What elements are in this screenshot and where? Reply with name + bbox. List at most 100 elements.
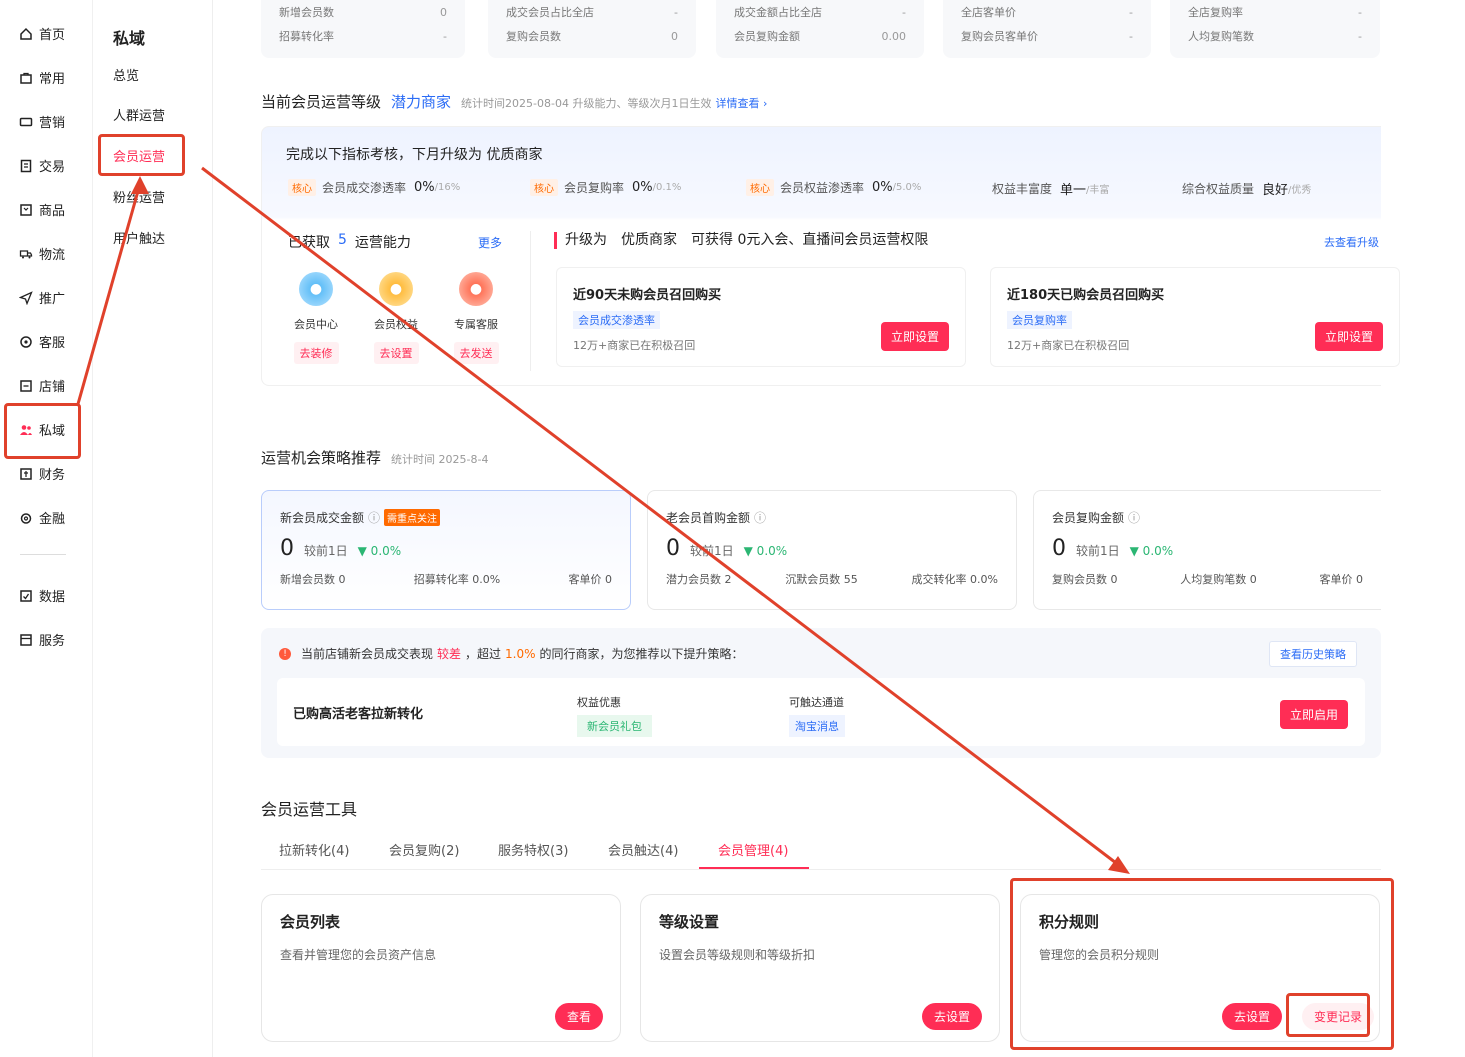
secondary-nav-title: 私域: [113, 29, 146, 48]
chart-icon: [18, 588, 33, 603]
stat-value: 0.00: [881, 29, 907, 43]
core-tag: 核心: [530, 179, 558, 196]
finance-icon: [18, 466, 33, 481]
stat-label: 全店客单价: [961, 6, 1016, 19]
help-icon: ⓘ: [754, 511, 767, 525]
level-name: 潜力商家: [391, 93, 452, 111]
change-log-button[interactable]: 变更记录: [1302, 1003, 1375, 1030]
stat-value: -: [1358, 29, 1362, 43]
send-icon: [18, 290, 33, 305]
nav-item-private[interactable]: 私域: [18, 420, 65, 439]
stat-value: -: [443, 29, 447, 43]
ability-item: ● 专属客服 去发送: [446, 272, 506, 364]
nav-item-services[interactable]: 服务: [18, 630, 65, 649]
sidebar-item-crowd[interactable]: 人群运营: [113, 105, 165, 124]
nav-item-label: 服务: [39, 634, 66, 649]
home-icon: [18, 26, 33, 41]
attention-badge: 需重点关注: [384, 509, 441, 526]
nav-item-marketing[interactable]: 营销: [18, 112, 65, 131]
upgrade-link[interactable]: 去查看升级: [1324, 234, 1382, 250]
nav-item-label: 交易: [39, 160, 66, 175]
opportunity-title: 运营机会策略推荐: [261, 449, 382, 467]
stat-value: -: [1358, 5, 1362, 19]
truck-icon: [18, 246, 33, 261]
recall-card: 近90天未购会员召回购买 会员成交渗透率 12万+商家已在积极召回 立即设置: [556, 267, 966, 367]
headset-icon: [18, 334, 33, 349]
nav-item-label: 私域: [39, 424, 66, 439]
nav-item-trade[interactable]: 交易: [18, 156, 65, 175]
nav-item-logistics[interactable]: 物流: [18, 244, 65, 263]
opportunity-header: 运营机会策略推荐 统计时间 2025-8-4: [261, 447, 488, 468]
opportunity-card[interactable]: 新会员成交金额 ⓘ 需重点关注 0 较前1日 ▼ 0.0% 新增会员数 0 招募转化率 0…: [261, 490, 631, 610]
setup-button[interactable]: 去设置: [922, 1003, 983, 1030]
service-icon: [18, 632, 33, 647]
nav-item-label: 常用: [39, 72, 66, 87]
ability-item: ● 会员中心 去装修: [286, 272, 346, 364]
opportunity-card[interactable]: 会员复购金额 ⓘ 0 较前1日 ▼ 0.0% 复购会员数 0 人均复购笔数 0 客单价 0: [1033, 490, 1381, 610]
nav-item-label: 店铺: [39, 380, 66, 395]
nav-divider: [20, 554, 66, 555]
sidebar-item-fans[interactable]: 粉丝运营: [113, 187, 165, 206]
users-icon: [18, 422, 33, 437]
stat-label: 招募转化率: [279, 30, 334, 43]
nav-item-goods[interactable]: 商品: [18, 200, 65, 219]
recall-setup-button[interactable]: 立即设置: [1315, 322, 1384, 351]
stat-value: -: [674, 5, 678, 19]
nav-item-label: 物流: [39, 248, 66, 263]
history-strategy-button[interactable]: 查看历史策略: [1269, 641, 1357, 667]
help-icon: ⓘ: [368, 511, 381, 525]
nav-item-label: 推广: [39, 292, 66, 307]
sidebar-item-reach[interactable]: 用户触达: [113, 228, 165, 247]
ability-action-button[interactable]: 去设置: [373, 342, 419, 364]
tool-card-level-settings: 等级设置 设置会员等级规则和等级折扣 去设置: [640, 894, 1000, 1042]
opportunity-card[interactable]: 老会员首购金额 ⓘ 0 较前1日 ▼ 0.0% 潜力会员数 2 沉默会员数 55 成交转化…: [647, 490, 1017, 610]
nav-item-finance[interactable]: 财务: [18, 464, 65, 483]
stat-label: 会员复购金额: [734, 30, 800, 43]
stat-card: 新增会员数 0 招募转化率 -: [261, 0, 465, 58]
benefit-label: 权益优惠: [577, 696, 621, 709]
metric-item: 综合权益质量 良好/优秀: [1182, 182, 1312, 198]
abilities-more-link[interactable]: 更多: [478, 234, 502, 251]
stat-label: 成交会员占比全店: [506, 6, 594, 19]
nav-item-common[interactable]: 常用: [18, 68, 65, 87]
recall-setup-button[interactable]: 立即设置: [881, 322, 950, 351]
view-button[interactable]: 查看: [555, 1003, 604, 1030]
nav-item-label: 首页: [39, 28, 66, 43]
upgrade-banner: 升级为 优质商家 可获得 0元入会、直播间会员运营权限: [554, 232, 928, 249]
nav-item-store[interactable]: 店铺: [18, 376, 65, 395]
nav-item-fintech[interactable]: 金融: [18, 508, 65, 527]
enable-strategy-button[interactable]: 立即启用: [1280, 700, 1349, 729]
tab-privileges[interactable]: 服务特权(3): [498, 840, 568, 859]
nav-item-service[interactable]: 客服: [18, 332, 65, 351]
nav-item-promote[interactable]: 推广: [18, 288, 65, 307]
warning-icon: !: [279, 647, 291, 660]
core-tag: 核心: [288, 179, 316, 196]
sidebar-item-overview[interactable]: 总览: [113, 65, 139, 84]
stat-value: -: [1129, 5, 1133, 19]
ability-action-button[interactable]: 去发送: [453, 342, 499, 364]
sidebar-item-member-ops[interactable]: 会员运营: [113, 146, 165, 165]
active-tab-indicator: [699, 867, 809, 869]
level-detail-link[interactable]: 详情查看 ›: [715, 95, 767, 111]
tab-acquisition[interactable]: 拉新转化(4): [279, 840, 349, 859]
primary-nav: 首页 常用 营销 交易 商品 物流 推广 客服 店铺 私域 财务 金融 数据 服…: [0, 0, 93, 1057]
stat-value: -: [1129, 29, 1133, 43]
ability-action-button[interactable]: 去装修: [293, 342, 339, 364]
tab-member-management[interactable]: 会员管理(4): [718, 840, 788, 859]
store-icon: [18, 378, 33, 393]
strategy-panel: ! 当前店铺新会员成交表现 较差 ，超过 1.0% 的同行商家，为您推荐以下提升…: [261, 628, 1381, 758]
main-content: 新增会员数 0 招募转化率 - 成交会员占比全店 - 复购会员数 0 成交金额占比全店 -…: [213, 0, 1465, 1057]
stat-value: 0: [671, 29, 678, 43]
tools-tabs: 拉新转化(4) 会员复购(2) 服务特权(3) 会员触达(4) 会员管理(4): [261, 830, 1381, 870]
setup-button[interactable]: 去设置: [1222, 1003, 1283, 1030]
tab-repurchase[interactable]: 会员复购(2): [389, 840, 459, 859]
strategy-name: 已购高活老客拉新转化: [293, 707, 424, 722]
tab-reach[interactable]: 会员触达(4): [608, 840, 678, 859]
bag-icon: [18, 70, 33, 85]
nav-item-data[interactable]: 数据: [18, 586, 65, 605]
metric-item: 权益丰富度 单一/丰富: [992, 182, 1110, 198]
upgrade-text: 完成以下指标考核，下月升级为 优质商家: [286, 147, 543, 163]
nav-item-home[interactable]: 首页: [18, 24, 65, 43]
nav-item-label: 营销: [39, 116, 66, 131]
nav-item-label: 金融: [39, 512, 66, 527]
